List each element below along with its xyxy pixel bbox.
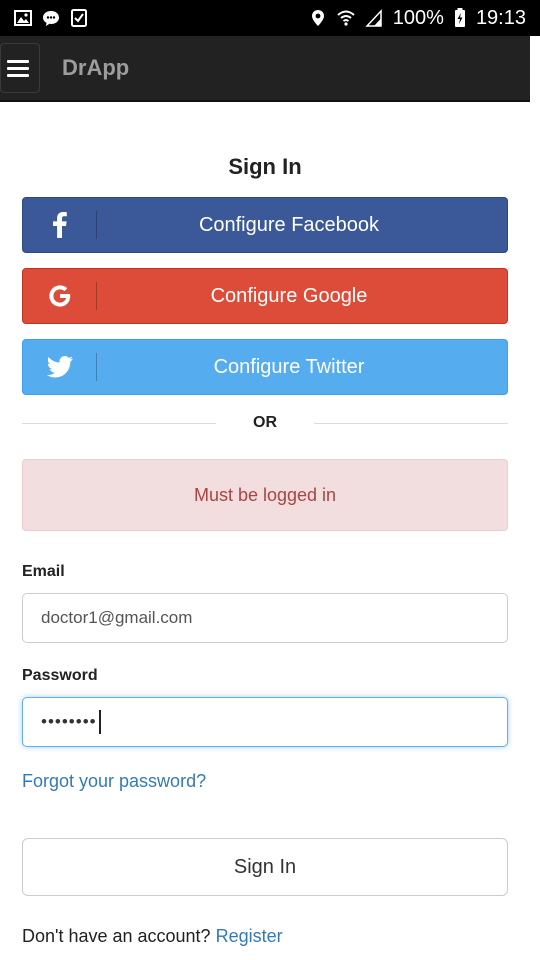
password-field[interactable]: •••••••• xyxy=(22,697,508,747)
register-row: Don't have an account? Register xyxy=(22,926,508,947)
wifi-icon xyxy=(337,10,355,26)
sign-in-button[interactable]: Sign In xyxy=(22,838,508,896)
twitter-icon xyxy=(23,353,97,381)
clock: 19:13 xyxy=(475,6,526,29)
facebook-icon xyxy=(23,211,97,239)
email-label: Email xyxy=(22,563,65,580)
configure-twitter-button[interactable]: Configure Twitter xyxy=(22,339,508,395)
divider-line xyxy=(314,422,508,424)
configure-google-label: Configure Google xyxy=(210,284,368,307)
error-alert: Must be logged in xyxy=(22,459,508,531)
or-text: OR xyxy=(253,414,277,431)
or-divider: OR xyxy=(22,409,508,437)
status-system: 100% 19:13 xyxy=(309,7,526,30)
configure-facebook-label: Configure Facebook xyxy=(198,213,380,236)
forgot-password-link[interactable]: Forgot your password? xyxy=(22,771,508,792)
password-value: •••••••• xyxy=(41,712,97,731)
error-alert-text: Must be logged in xyxy=(193,484,337,505)
battery-charging-icon xyxy=(454,8,465,27)
status-notifications xyxy=(14,9,88,27)
signal-icon xyxy=(365,9,382,27)
configure-twitter-label: Configure Twitter xyxy=(213,355,365,378)
email-field[interactable]: doctor1@gmail.com xyxy=(22,593,508,643)
sign-in-form: Sign In Configure Facebook Configure Goo… xyxy=(22,102,508,947)
status-bar: 100% 19:13 xyxy=(0,0,540,36)
checkbox-notification-icon xyxy=(71,9,87,27)
app-title[interactable]: DrApp xyxy=(62,55,129,81)
email-value: doctor1@gmail.com xyxy=(41,608,193,627)
register-link[interactable]: Register xyxy=(216,926,283,946)
divider-line xyxy=(22,422,216,424)
image-notification-icon xyxy=(14,10,32,26)
chat-notification-icon xyxy=(43,11,59,26)
page-title: Sign In xyxy=(228,154,302,179)
app-bar: DrApp xyxy=(0,36,530,102)
battery-percentage: 100% xyxy=(392,6,444,29)
location-icon xyxy=(311,10,324,26)
register-prompt: Don't have an account? xyxy=(22,926,216,946)
menu-icon-bar xyxy=(7,66,29,70)
menu-icon-bar xyxy=(7,59,29,63)
password-label: Password xyxy=(22,667,98,684)
menu-button[interactable] xyxy=(0,43,40,93)
menu-icon-bar xyxy=(7,73,29,77)
configure-google-button[interactable]: Configure Google xyxy=(22,268,508,324)
google-icon xyxy=(23,282,97,310)
sign-in-button-label: Sign In xyxy=(233,855,297,878)
text-cursor xyxy=(98,710,101,734)
configure-facebook-button[interactable]: Configure Facebook xyxy=(22,197,508,253)
